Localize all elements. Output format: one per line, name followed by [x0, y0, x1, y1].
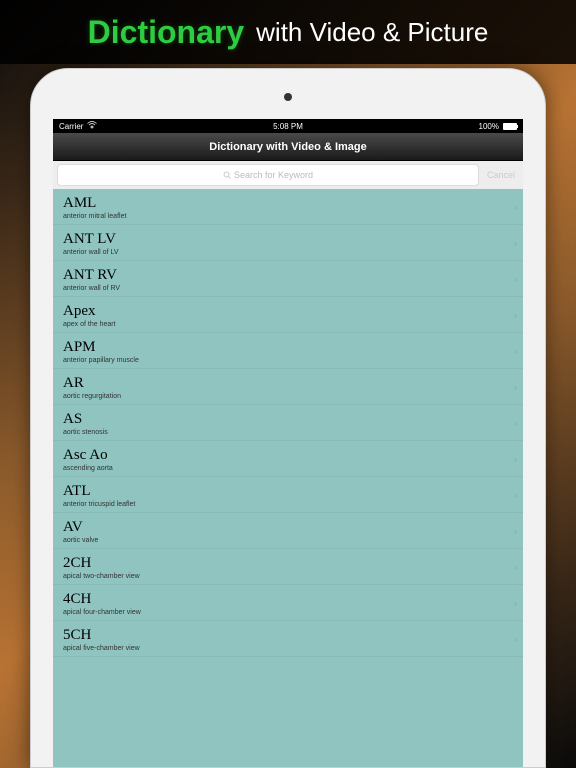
definition-label: anterior papillary muscle	[63, 357, 513, 364]
list-item[interactable]: 5CHapical five-chamber view›	[53, 621, 523, 657]
status-time: 5:08 PM	[273, 122, 303, 131]
list-item[interactable]: Apexapex of the heart›	[53, 297, 523, 333]
definition-label: anterior tricuspid leaflet	[63, 501, 513, 508]
camera-dot	[284, 93, 292, 101]
definition-label: apical four-chamber view	[63, 609, 513, 616]
status-right: 100%	[479, 122, 517, 131]
chevron-right-icon: ›	[514, 490, 517, 500]
definition-label: apical two-chamber view	[63, 573, 513, 580]
battery-percent: 100%	[479, 122, 499, 131]
nav-bar: Dictionary with Video & Image	[53, 133, 523, 161]
term-label: ANT LV	[63, 231, 513, 248]
definition-label: aortic valve	[63, 537, 513, 544]
chevron-right-icon: ›	[514, 454, 517, 464]
chevron-right-icon: ›	[514, 598, 517, 608]
search-placeholder: Search for Keyword	[234, 170, 313, 180]
term-label: 4CH	[63, 591, 513, 608]
list-item[interactable]: APManterior papillary muscle›	[53, 333, 523, 369]
term-label: APM	[63, 339, 513, 356]
definition-label: aortic stenosis	[63, 429, 513, 436]
chevron-right-icon: ›	[514, 310, 517, 320]
definition-label: apical five-chamber view	[63, 645, 513, 652]
list-item[interactable]: 2CHapical two-chamber view›	[53, 549, 523, 585]
term-label: ANT RV	[63, 267, 513, 284]
chevron-right-icon: ›	[514, 634, 517, 644]
term-label: AV	[63, 519, 513, 536]
chevron-right-icon: ›	[514, 238, 517, 248]
tablet-frame: Carrier 5:08 PM 100% Dictionary with Vid…	[30, 68, 546, 768]
list-item[interactable]: AVaortic valve›	[53, 513, 523, 549]
term-label: ATL	[63, 483, 513, 500]
list-item[interactable]: ANT RVanterior wall of RV›	[53, 261, 523, 297]
list-item[interactable]: Asc Aoascending aorta›	[53, 441, 523, 477]
promo-header: Dictionary with Video & Picture	[0, 0, 576, 64]
list-item[interactable]: 4CHapical four-chamber view›	[53, 585, 523, 621]
list-item[interactable]: ANT LVanterior wall of LV›	[53, 225, 523, 261]
search-input[interactable]: Search for Keyword	[57, 164, 479, 186]
screen: Carrier 5:08 PM 100% Dictionary with Vid…	[53, 119, 523, 767]
definition-label: ascending aorta	[63, 465, 513, 472]
definition-label: apex of the heart	[63, 321, 513, 328]
list-item[interactable]: ARaortic regurgitation›	[53, 369, 523, 405]
term-label: Asc Ao	[63, 447, 513, 464]
chevron-right-icon: ›	[514, 202, 517, 212]
cancel-button[interactable]: Cancel	[483, 170, 519, 180]
term-label: AR	[63, 375, 513, 392]
dictionary-list[interactable]: AMLanterior mitral leaflet›ANT LVanterio…	[53, 189, 523, 767]
status-bar: Carrier 5:08 PM 100%	[53, 119, 523, 133]
list-item[interactable]: AMLanterior mitral leaflet›	[53, 189, 523, 225]
definition-label: anterior mitral leaflet	[63, 213, 513, 220]
chevron-right-icon: ›	[514, 526, 517, 536]
nav-title: Dictionary with Video & Image	[209, 141, 367, 153]
definition-label: anterior wall of LV	[63, 249, 513, 256]
promo-title-green: Dictionary	[88, 14, 244, 51]
search-icon	[223, 171, 231, 179]
chevron-right-icon: ›	[514, 274, 517, 284]
chevron-right-icon: ›	[514, 346, 517, 356]
list-item[interactable]: ASaortic stenosis›	[53, 405, 523, 441]
definition-label: anterior wall of RV	[63, 285, 513, 292]
battery-icon	[503, 123, 517, 130]
search-bar: Search for Keyword Cancel	[53, 161, 523, 189]
carrier-label: Carrier	[59, 122, 83, 131]
term-label: AML	[63, 195, 513, 212]
term-label: AS	[63, 411, 513, 428]
status-left: Carrier	[59, 121, 97, 131]
chevron-right-icon: ›	[514, 382, 517, 392]
chevron-right-icon: ›	[514, 562, 517, 572]
promo-title-white: with Video & Picture	[256, 17, 488, 48]
chevron-right-icon: ›	[514, 418, 517, 428]
list-item[interactable]: ATLanterior tricuspid leaflet›	[53, 477, 523, 513]
term-label: 2CH	[63, 555, 513, 572]
wifi-icon	[87, 121, 97, 131]
definition-label: aortic regurgitation	[63, 393, 513, 400]
term-label: Apex	[63, 303, 513, 320]
term-label: 5CH	[63, 627, 513, 644]
